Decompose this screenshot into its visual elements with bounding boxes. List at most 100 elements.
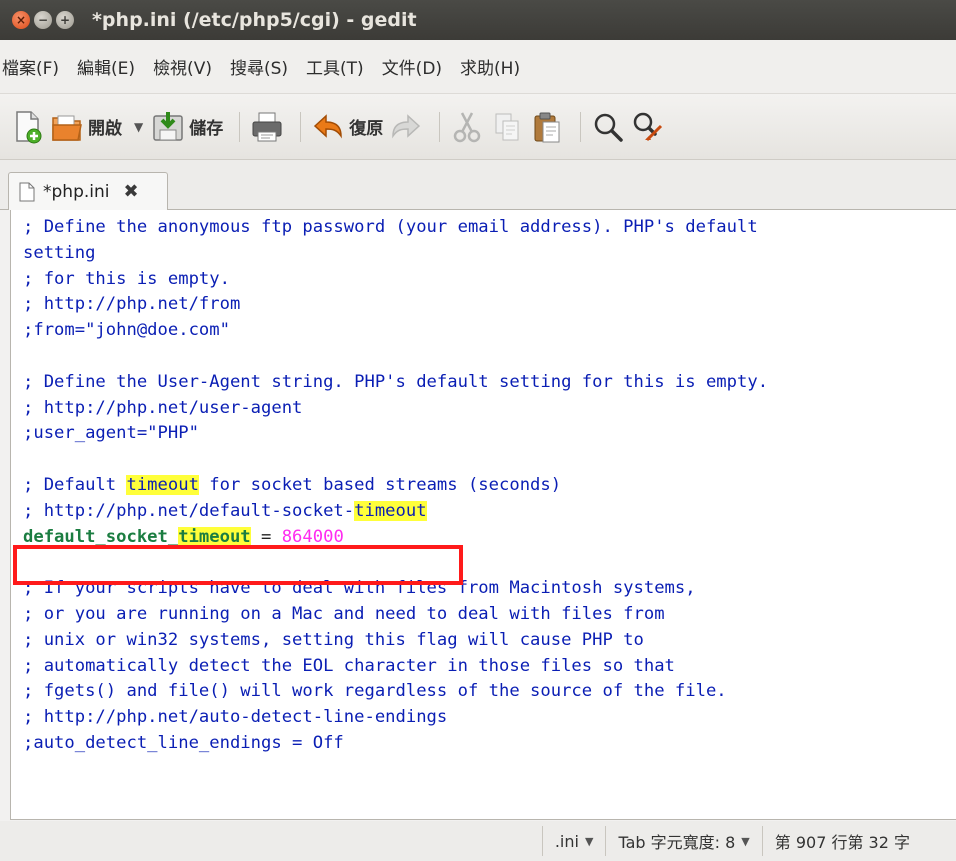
- code-token: default_socket_: [23, 526, 179, 547]
- highlight-annotation-box: [13, 545, 463, 585]
- code-line[interactable]: ; Define the User-Agent string. PHP's de…: [23, 370, 768, 396]
- code-line[interactable]: ; fgets() and file() will work regardles…: [23, 679, 768, 705]
- toolbar-separator: [239, 111, 241, 142]
- scissors-icon: [453, 111, 481, 142]
- tab-php-ini[interactable]: *php.ini ✖: [8, 172, 168, 210]
- open-label: 開啟: [88, 119, 122, 139]
- code-token: 864000: [281, 526, 344, 547]
- code-line[interactable]: ; or you are running on a Mac and need t…: [23, 602, 768, 628]
- undo-label: 復原: [349, 119, 384, 139]
- redo-button[interactable]: [389, 107, 423, 147]
- window-title: *php.ini (/etc/php5/cgi) - gedit: [92, 9, 417, 31]
- open-folder-icon: [52, 115, 82, 141]
- cursor-position: 第 907 行第 32 字: [761, 826, 956, 856]
- document-tab-bar: *php.ini ✖: [0, 160, 956, 210]
- menu-documents[interactable]: 文件(D): [373, 54, 451, 79]
- new-document-button[interactable]: [12, 107, 44, 147]
- find-replace-icon: [633, 112, 663, 141]
- code-line[interactable]: ; http://php.net/from: [23, 292, 768, 318]
- code-line[interactable]: ; automatically detect the EOL character…: [23, 654, 768, 680]
- code-token: =: [250, 526, 282, 547]
- cut-button[interactable]: [450, 107, 484, 147]
- menu-help[interactable]: 求助(H): [451, 54, 529, 79]
- paste-button[interactable]: [530, 107, 564, 147]
- text-editor[interactable]: ; Define the anonymous ftp password (you…: [10, 210, 956, 820]
- code-token: for socket based streams (seconds): [198, 474, 562, 495]
- find-button[interactable]: [591, 107, 625, 147]
- save-label: 儲存: [189, 119, 224, 139]
- code-token: ; unix or win32 systems, setting this fl…: [23, 629, 644, 650]
- status-bar: .ini ▼ Tab 字元寬度: 8 ▼ 第 907 行第 32 字: [0, 821, 956, 861]
- code-token: ; fgets() and file() will work regardles…: [23, 681, 727, 702]
- code-token: ; Define the User-Agent string. PHP's de…: [23, 371, 769, 392]
- language-selector[interactable]: .ini ▼: [541, 826, 606, 856]
- code-token: ; for this is empty.: [23, 268, 230, 289]
- tab-width-selector[interactable]: Tab 字元寬度: 8 ▼: [605, 826, 761, 856]
- code-token: ; http://php.net/auto-detect-line-ending…: [23, 707, 448, 728]
- printer-icon: [252, 112, 282, 141]
- code-line[interactable]: [23, 344, 768, 370]
- minimize-window-button[interactable]: −: [34, 11, 52, 29]
- copy-button[interactable]: [490, 107, 524, 147]
- code-line[interactable]: ; Default timeout for socket based strea…: [23, 473, 768, 499]
- code-token: ; http://php.net/default-socket-: [23, 500, 355, 521]
- code-token: ;from="john@doe.com": [23, 320, 230, 341]
- redo-icon: [392, 113, 421, 138]
- code-view[interactable]: ; Define the anonymous ftp password (you…: [23, 215, 768, 757]
- maximize-window-button[interactable]: +: [56, 11, 74, 29]
- cursor-position-label: 第 907 行第 32 字: [774, 833, 910, 852]
- menu-file[interactable]: 檔案(F): [0, 54, 68, 79]
- tab-label: *php.ini: [43, 181, 110, 202]
- menu-view[interactable]: 檢視(V): [144, 54, 221, 79]
- search-match: timeout: [354, 500, 427, 521]
- menu-bar: 檔案(F) 編輯(E) 檢視(V) 搜尋(S) 工具(T) 文件(D) 求助(H…: [0, 40, 956, 94]
- code-line[interactable]: ; unix or win32 systems, setting this fl…: [23, 628, 768, 654]
- search-icon: [594, 113, 623, 142]
- toolbar: 開啟 ▼ 儲存 復原: [0, 94, 956, 160]
- close-tab-icon[interactable]: ✖: [123, 181, 138, 202]
- save-icon: [153, 111, 183, 141]
- code-line[interactable]: ;from="john@doe.com": [23, 318, 768, 344]
- code-line[interactable]: ;auto_detect_line_endings = Off: [23, 731, 768, 757]
- code-token: ; automatically detect the EOL character…: [23, 655, 675, 676]
- search-match: timeout: [126, 474, 199, 495]
- toolbar-separator: [580, 111, 582, 142]
- tab-width-label: Tab 字元寬度: 8: [618, 833, 736, 852]
- open-button[interactable]: 開啟: [50, 107, 122, 147]
- code-line[interactable]: ; http://php.net/auto-detect-line-ending…: [23, 705, 768, 731]
- language-label: .ini: [554, 831, 579, 851]
- text-document-icon: [19, 182, 35, 201]
- code-line[interactable]: ; for this is empty.: [23, 267, 768, 293]
- search-match: timeout: [178, 526, 251, 547]
- paste-icon: [534, 112, 560, 142]
- title-bar: × − + *php.ini (/etc/php5/cgi) - gedit: [0, 0, 956, 40]
- toolbar-separator: [439, 111, 441, 142]
- code-token: setting: [23, 242, 96, 263]
- print-button[interactable]: [250, 107, 284, 147]
- new-document-icon: [16, 110, 42, 143]
- code-line[interactable]: [23, 447, 768, 473]
- code-token: ; or you are running on a Mac and need t…: [23, 603, 665, 624]
- code-token: ;user_agent="PHP": [23, 423, 199, 444]
- code-line[interactable]: setting: [23, 241, 768, 267]
- code-line[interactable]: ; http://php.net/default-socket-timeout: [23, 499, 768, 525]
- toolbar-separator: [300, 111, 302, 142]
- find-replace-button[interactable]: [631, 107, 665, 147]
- copy-icon: [495, 113, 519, 140]
- code-token: ; http://php.net/from: [23, 294, 241, 315]
- code-token: ; Define the anonymous ftp password (you…: [23, 217, 758, 237]
- code-token: ;auto_detect_line_endings = Off: [23, 732, 344, 753]
- chevron-down-icon: ▼: [741, 834, 750, 848]
- code-line[interactable]: ; http://php.net/user-agent: [23, 396, 768, 422]
- code-line[interactable]: ; Define the anonymous ftp password (you…: [23, 215, 768, 241]
- close-window-button[interactable]: ×: [12, 11, 30, 29]
- save-button[interactable]: 儲存: [151, 107, 223, 147]
- menu-tools[interactable]: 工具(T): [297, 54, 373, 79]
- menu-edit[interactable]: 編輯(E): [68, 54, 144, 79]
- code-token: ; http://php.net/user-agent: [23, 397, 303, 418]
- chevron-down-icon: ▼: [584, 834, 594, 848]
- undo-button[interactable]: 復原: [311, 107, 383, 147]
- code-line[interactable]: ;user_agent="PHP": [23, 421, 768, 447]
- open-recent-dropdown[interactable]: ▼: [134, 120, 143, 134]
- menu-search[interactable]: 搜尋(S): [221, 54, 297, 79]
